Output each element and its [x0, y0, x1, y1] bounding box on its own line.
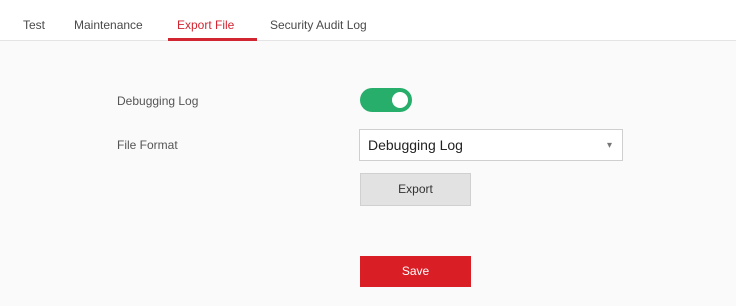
debugging-log-label: Debugging Log — [117, 94, 199, 108]
tab-bar: Test Maintenance Export File Security Au… — [0, 0, 736, 41]
tab-test[interactable]: Test — [23, 17, 45, 33]
toggle-knob — [392, 92, 408, 108]
tab-security-audit-log[interactable]: Security Audit Log — [270, 17, 367, 33]
tab-maintenance[interactable]: Maintenance — [74, 17, 143, 33]
file-format-value: Debugging Log — [368, 137, 463, 153]
tab-export-file[interactable]: Export File — [177, 17, 234, 33]
export-button[interactable]: Export — [360, 173, 471, 206]
file-format-select[interactable]: Debugging Log ▾ — [359, 129, 623, 161]
save-button[interactable]: Save — [360, 256, 471, 287]
file-format-label: File Format — [117, 138, 178, 152]
chevron-down-icon: ▾ — [606, 140, 612, 151]
debugging-log-toggle[interactable] — [360, 88, 412, 112]
